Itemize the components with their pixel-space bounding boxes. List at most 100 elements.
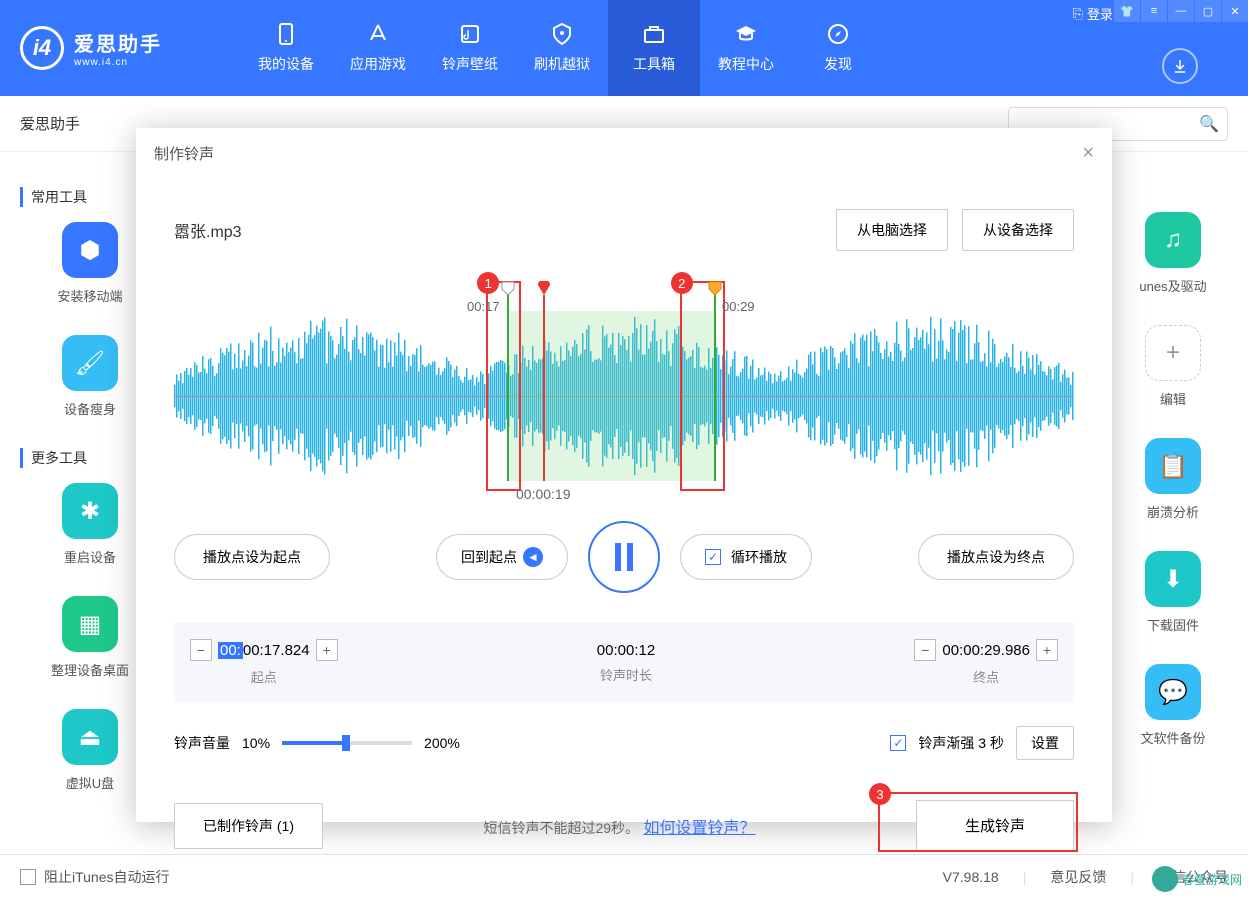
right-tools: ♫ unes及驱动 + 编辑 📋 崩溃分析 ⬇ 下载固件 💬 文软件备份 [1118, 212, 1228, 777]
set-start-button[interactable]: 播放点设为起点 [174, 534, 330, 580]
fade-settings-button[interactable]: 设置 [1016, 726, 1074, 760]
compass-icon [826, 22, 850, 46]
plus-icon: + [1145, 325, 1201, 381]
logo[interactable]: i4 爱思助手 www.i4.cn [0, 26, 240, 70]
phone-icon [274, 22, 298, 46]
tab[interactable]: 爱思助手 [20, 113, 80, 134]
tool-edit[interactable]: + 编辑 [1118, 325, 1228, 408]
waveform-area[interactable]: 1 2 00:17 00:29 00:00:19 [174, 281, 1074, 491]
end-time-cell: − 00:00:29.986 + 终点 [914, 639, 1058, 686]
login-link[interactable]: ⎘ 登录 [1073, 4, 1113, 23]
slider-thumb[interactable] [342, 735, 350, 751]
restart-icon: ✱ [62, 483, 118, 539]
tool-label: 重启设备 [64, 547, 116, 566]
tool-label: 崩溃分析 [1147, 502, 1199, 521]
made-ringtones-button[interactable]: 已制作铃声 (1) [174, 803, 323, 849]
select-from-device-button[interactable]: 从设备选择 [962, 209, 1074, 251]
nav-label: 教程中心 [718, 54, 774, 74]
nav-jailbreak[interactable]: 刷机越狱 [516, 0, 608, 96]
login-icon: ⎘ [1073, 6, 1083, 22]
tool-backup[interactable]: 💬 文软件备份 [1118, 664, 1228, 747]
watermark: 春蚕游戏网 [1152, 866, 1242, 892]
nav-apps[interactable]: 应用游戏 [332, 0, 424, 96]
filename: 嚣张.mp3 [174, 218, 242, 242]
playhead-marker[interactable] [543, 281, 545, 481]
tool-label: 虚拟U盘 [66, 773, 114, 792]
doc-icon: 📋 [1145, 438, 1201, 494]
mobile-icon: ⬢ [62, 222, 118, 278]
start-time-label: 00:17 [467, 299, 500, 314]
tool-label: 整理设备桌面 [51, 660, 129, 679]
volume-min: 10% [242, 735, 270, 751]
loop-label: 循环播放 [731, 547, 787, 567]
nav-tutorials[interactable]: 教程中心 [700, 0, 792, 96]
tool-crash[interactable]: 📋 崩溃分析 [1118, 438, 1228, 521]
usb-icon: ⏏ [62, 709, 118, 765]
download-icon[interactable] [1162, 48, 1198, 84]
block-itunes-checkbox[interactable] [20, 869, 36, 885]
start-increment-button[interactable]: + [316, 639, 338, 661]
start-marker[interactable]: 00:17 [507, 281, 509, 481]
watermark-text: 春蚕游戏网 [1182, 871, 1242, 888]
loop-checkbox[interactable]: ✓ 循环播放 [680, 534, 812, 580]
volume-label: 铃声音量 [174, 733, 230, 753]
nav-toolbox[interactable]: 工具箱 [608, 0, 700, 96]
appstore-icon [366, 22, 390, 46]
itunes-icon: ♫ [1145, 212, 1201, 268]
playhead-icon[interactable] [537, 281, 551, 295]
grid-icon: ▦ [62, 596, 118, 652]
close-button[interactable]: ✕ [1222, 0, 1248, 22]
annotation-badge-2: 2 [671, 272, 693, 294]
nav-discover[interactable]: 发现 [792, 0, 884, 96]
nav-label: 工具箱 [633, 54, 675, 74]
annotation-badge-1: 1 [477, 272, 499, 294]
checkbox-icon: ✓ [705, 549, 721, 565]
minimize-button[interactable]: — [1168, 0, 1194, 22]
tool-firmware[interactable]: ⬇ 下载固件 [1118, 551, 1228, 634]
nav-label: 发现 [824, 54, 852, 74]
feedback-link[interactable]: 意见反馈 [1050, 867, 1106, 887]
end-handle-icon[interactable] [708, 281, 722, 295]
fade-label: 铃声渐强 3 秒 [918, 733, 1004, 753]
end-marker[interactable]: 00:29 [714, 281, 716, 481]
end-time-label: 00:29 [722, 299, 755, 314]
select-from-pc-button[interactable]: 从电脑选择 [836, 209, 948, 251]
tool-itunes[interactable]: ♫ unes及驱动 [1118, 212, 1228, 295]
end-value[interactable]: 00:00:29.986 [942, 642, 1030, 659]
brush-icon: 🖌 [62, 335, 118, 391]
start-handle-icon[interactable] [501, 281, 515, 295]
nav-label: 铃声壁纸 [442, 54, 498, 74]
volume-slider[interactable] [282, 741, 412, 745]
login-label: 登录 [1087, 4, 1113, 23]
start-label: 起点 [190, 667, 338, 686]
logo-icon: i4 [20, 26, 64, 70]
hint-link[interactable]: 如何设置铃声？ [644, 820, 756, 837]
tool-label: 设备瘦身 [64, 399, 116, 418]
start-value[interactable]: 00:17.824 [243, 642, 310, 659]
menu-button[interactable]: ≡ [1141, 0, 1167, 22]
set-end-button[interactable]: 播放点设为终点 [918, 534, 1074, 580]
back-to-start-button[interactable]: 回到起点 ◄ [461, 547, 543, 567]
fade-checkbox[interactable]: ✓ [890, 735, 906, 751]
current-time: 00:00:19 [516, 486, 571, 502]
duration-cell: 00:00:12 铃声时长 [597, 642, 655, 684]
back-label: 回到起点 [461, 547, 517, 567]
skin-button[interactable]: 👕 [1114, 0, 1140, 22]
nav-ringtones[interactable]: 铃声壁纸 [424, 0, 516, 96]
nav-my-device[interactable]: 我的设备 [240, 0, 332, 96]
search-icon[interactable]: 🔍 [1199, 114, 1219, 134]
statusbar: 阻止iTunes自动运行 V7.98.18 | 意见反馈 | 微信公众号 [0, 854, 1248, 898]
close-icon[interactable]: × [1082, 142, 1094, 165]
annotation-badge-3: 3 [869, 783, 891, 805]
start-decrement-button[interactable]: − [190, 639, 212, 661]
volume-max: 200% [424, 735, 460, 751]
nav-label: 我的设备 [258, 54, 314, 74]
end-increment-button[interactable]: + [1036, 639, 1058, 661]
annotation-box-2: 2 [680, 281, 725, 491]
end-decrement-button[interactable]: − [914, 639, 936, 661]
header: i4 爱思助手 www.i4.cn 我的设备 应用游戏 铃声壁纸 刷机越狱 工具… [0, 0, 1248, 96]
maximize-button[interactable]: ▢ [1195, 0, 1221, 22]
pause-button[interactable] [588, 521, 660, 593]
duration-value: 00:00:12 [597, 642, 655, 659]
version-label: V7.98.18 [943, 869, 999, 885]
